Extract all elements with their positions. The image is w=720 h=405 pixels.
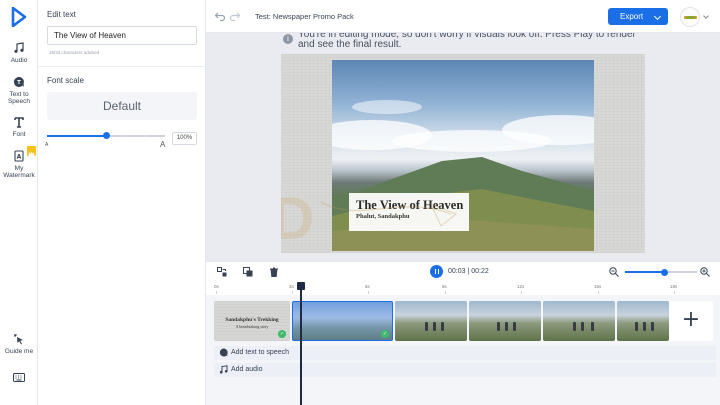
rail-item-label: My Watermark bbox=[3, 165, 35, 179]
duplicate-icon[interactable] bbox=[243, 267, 253, 277]
caption-title[interactable]: The View of Heaven bbox=[356, 199, 463, 212]
chevron-down-icon bbox=[653, 12, 662, 21]
zoom-slider-fill bbox=[625, 271, 665, 273]
ruler-label: 12s bbox=[517, 284, 525, 289]
speech-icon bbox=[219, 348, 228, 357]
watermark-icon: A bbox=[14, 150, 24, 162]
ruler-label: 18s bbox=[670, 284, 678, 289]
editing-mode-notice: You're in editing mode, so don't worry i… bbox=[298, 33, 636, 50]
font-scale-slider-fill bbox=[47, 135, 106, 137]
trash-icon[interactable] bbox=[269, 267, 279, 277]
keyboard-icon[interactable] bbox=[13, 373, 25, 382]
premium-crown-icon bbox=[27, 146, 36, 156]
time-readout: 00:03 | 00:22 bbox=[448, 268, 489, 275]
ruler-label: 9s bbox=[442, 284, 447, 289]
text-properties-panel: Edit text 18/33 characters advised Font … bbox=[38, 0, 206, 405]
clip-4[interactable] bbox=[469, 301, 541, 341]
export-button[interactable]: Export bbox=[608, 8, 668, 25]
guide-me-label: Guide me bbox=[4, 348, 34, 355]
split-clip-icon[interactable] bbox=[217, 267, 227, 277]
ruler-label: 3s bbox=[289, 284, 294, 289]
mountain-illustration bbox=[332, 157, 594, 251]
edit-text-label: Edit text bbox=[47, 10, 76, 19]
editor-canvas[interactable]: i You're in editing mode, so don't worry… bbox=[206, 33, 720, 261]
slider-tick bbox=[145, 135, 146, 137]
left-rail: Audio T Text to Speech Font A My Waterma… bbox=[0, 0, 38, 405]
font-scale-percent-input[interactable]: 100% bbox=[172, 132, 197, 145]
clip-2-selected[interactable]: ✓ bbox=[292, 301, 393, 341]
zoom-out-icon[interactable] bbox=[609, 267, 619, 277]
font-scale-slider-knob[interactable] bbox=[103, 132, 110, 139]
svg-text:D: D bbox=[281, 185, 314, 244]
edit-text-input[interactable] bbox=[47, 26, 197, 45]
caption-box[interactable]: The View of Heaven Phalut, Sandakphu bbox=[349, 193, 469, 231]
ruler-label: 0s bbox=[214, 284, 219, 289]
font-scale-slider[interactable] bbox=[47, 132, 165, 139]
rail-item-audio[interactable]: Audio bbox=[0, 42, 38, 64]
rail-item-label: Text to Speech bbox=[7, 91, 31, 105]
scale-min-label: A bbox=[45, 142, 49, 148]
rail-item-label: Font bbox=[12, 131, 26, 138]
newspaper-frame[interactable]: The View of Heaven Phalut, Sandakphu D bbox=[281, 54, 645, 253]
ruler-label: 6s bbox=[365, 284, 370, 289]
track-label: Add audio bbox=[231, 366, 263, 373]
top-bar: Test: Newspaper Promo Pack Export bbox=[206, 0, 720, 33]
font-scale-preset[interactable]: Default bbox=[47, 92, 197, 120]
pointer-click-icon bbox=[13, 333, 23, 345]
panel-divider bbox=[38, 66, 206, 67]
zoom-in-icon[interactable] bbox=[700, 267, 710, 277]
font-icon bbox=[14, 117, 24, 128]
text-to-speech-icon: T bbox=[13, 76, 24, 87]
clip-1[interactable]: Sandakphu's Trekking A breathtaking stor… bbox=[214, 301, 290, 341]
music-note-icon bbox=[219, 365, 228, 374]
ruler-label: 15s bbox=[594, 284, 602, 289]
clip-subtitle: A breathtaking story bbox=[235, 324, 269, 329]
account-chevron-down-icon[interactable] bbox=[703, 13, 709, 19]
rail-item-font[interactable]: Font bbox=[0, 116, 38, 138]
playhead[interactable] bbox=[300, 287, 302, 405]
scale-max-label: A bbox=[160, 140, 166, 149]
add-clip-button[interactable]: + bbox=[669, 301, 713, 341]
current-time: 00:03 bbox=[448, 268, 466, 275]
clip-5[interactable] bbox=[543, 301, 615, 341]
font-scale-label: Font scale bbox=[47, 76, 84, 85]
guide-me-button[interactable]: Guide me bbox=[0, 333, 38, 355]
redo-icon[interactable] bbox=[229, 10, 241, 22]
pause-button[interactable] bbox=[430, 265, 443, 278]
slider-tick bbox=[125, 135, 126, 137]
timeline-ruler[interactable]: 0s 3s 6s 9s 12s 15s 18s bbox=[206, 281, 720, 295]
check-icon: ✓ bbox=[278, 330, 286, 338]
text-to-speech-track[interactable]: Add text to speech bbox=[214, 346, 716, 360]
scene-photo[interactable]: The View of Heaven Phalut, Sandakphu bbox=[332, 60, 594, 251]
timeline-tracks: Sandakphu's Trekking A breathtaking stor… bbox=[206, 295, 720, 405]
app-logo-icon[interactable] bbox=[11, 7, 27, 27]
clip-3[interactable] bbox=[395, 301, 467, 341]
clip-6[interactable] bbox=[617, 301, 669, 341]
timeline-toolbar: 00:03 | 00:22 bbox=[206, 261, 720, 281]
svg-text:A: A bbox=[17, 154, 22, 161]
project-title[interactable]: Test: Newspaper Promo Pack bbox=[255, 12, 354, 21]
caption-subtitle[interactable]: Phalut, Sandakphu bbox=[356, 212, 462, 221]
check-icon: ✓ bbox=[381, 330, 389, 338]
timeline-zoom-slider[interactable] bbox=[625, 268, 697, 276]
total-time: 00:22 bbox=[471, 268, 489, 275]
svg-text:T: T bbox=[17, 80, 21, 86]
audio-track[interactable]: Add audio bbox=[214, 363, 716, 377]
character-hint: 18/33 characters advised bbox=[49, 50, 100, 55]
avatar[interactable] bbox=[680, 7, 700, 27]
rail-item-label: Audio bbox=[10, 57, 28, 64]
clip-title: Sandakphu's Trekking bbox=[225, 317, 279, 323]
playhead-handle[interactable] bbox=[297, 282, 305, 290]
undo-icon[interactable] bbox=[214, 10, 226, 22]
info-icon: i bbox=[283, 34, 293, 44]
zoom-slider-knob[interactable] bbox=[661, 268, 669, 276]
export-button-label: Export bbox=[620, 12, 644, 21]
rail-item-text-to-speech[interactable]: T Text to Speech bbox=[0, 76, 38, 105]
music-note-icon bbox=[14, 42, 24, 53]
brand-logo-icon bbox=[684, 16, 697, 19]
track-label: Add text to speech bbox=[231, 349, 289, 356]
